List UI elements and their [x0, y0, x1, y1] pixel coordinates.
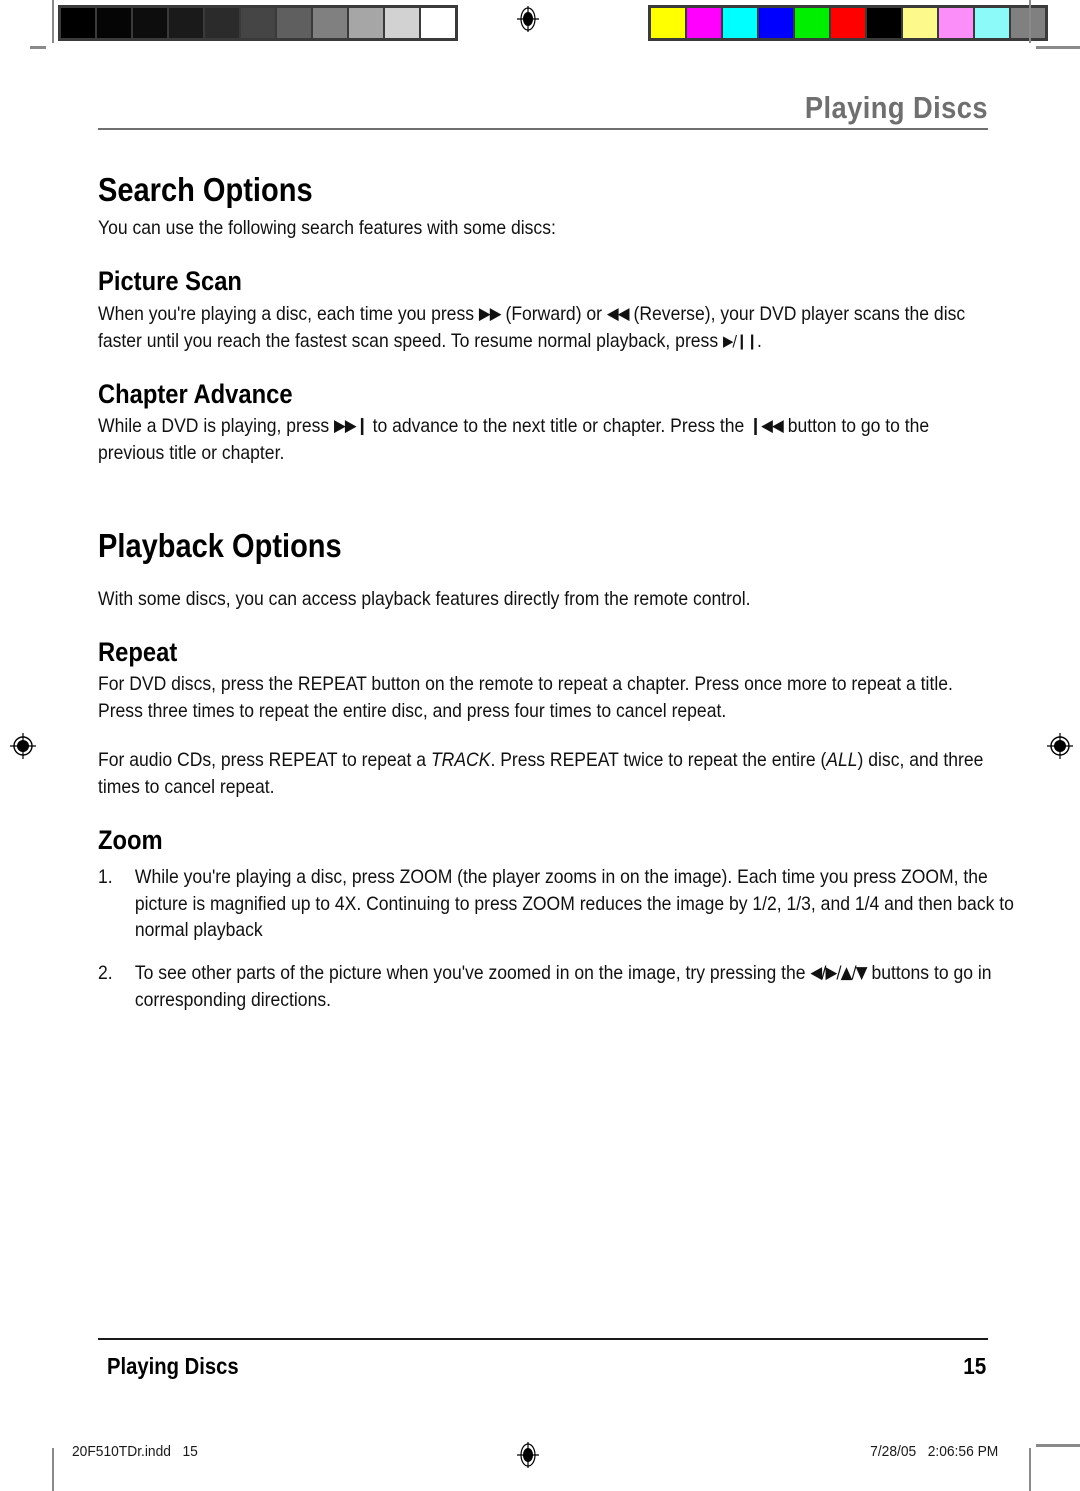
footer-row: Playing Discs 15 [98, 1353, 988, 1380]
list-item-number: 1. [98, 865, 113, 888]
picture-scan-text-1: When you're playing a disc, each time yo… [98, 302, 479, 325]
list-item: 2. To see other parts of the picture when… [98, 960, 1024, 1014]
running-head: Playing Discs [804, 90, 988, 125]
heading-search-options: Search Options [98, 170, 313, 208]
footer-section-name: Playing Discs [106, 1353, 239, 1379]
slug-time: 2:06:56 PM [927, 1443, 998, 1460]
picture-scan-paragraph: When you're playing a disc, each time yo… [98, 301, 987, 355]
repeat-text-b: . Press REPEAT twice to repeat the entir… [490, 749, 827, 772]
prepress-slug-line: 20F510TDr.indd 15 7/28/05 2:06:56 PM [0, 1443, 1080, 1465]
slug-date: 7/28/05 [869, 1443, 916, 1460]
skip-previous-icon: ❙◀◀ [749, 416, 784, 437]
page-number: 15 [963, 1353, 987, 1379]
chapter-advance-paragraph: While a DVD is playing, press ▶▶❙ to adv… [98, 413, 987, 467]
list-item-text-1: To see other parts of the picture when y… [134, 962, 811, 985]
playback-options-intro: With some discs, you can access playback… [98, 587, 751, 610]
chapter-advance-text-1: While a DVD is playing, press [98, 415, 335, 438]
heading-chapter-advance: Chapter Advance [98, 378, 293, 409]
fast-forward-icon: ▶▶ [478, 303, 502, 324]
heading-picture-scan: Picture Scan [98, 266, 242, 297]
picture-scan-text-4: . [756, 329, 762, 352]
repeat-paragraph-2: For audio CDs, press REPEAT to repeat a … [98, 747, 987, 801]
repeat-emphasis-track: TRACK [430, 749, 491, 772]
slug-timestamp: 7/28/05 2:06:56 PM [870, 1443, 998, 1460]
list-item-text: While you're playing a disc, press ZOOM … [134, 865, 1014, 942]
zoom-steps-list: 1. While you're playing a disc, press ZOO… [98, 864, 1014, 1015]
slug-file-name: 20F510TDr.indd 15 [72, 1443, 198, 1460]
rewind-icon: ◀◀ [606, 303, 630, 324]
search-options-intro: You can use the following search feature… [98, 217, 556, 240]
direction-arrows-icon: ◀/▶/▲/▼ [810, 963, 867, 984]
slug-file-page: 15 [182, 1443, 198, 1460]
footer-rule [98, 1338, 988, 1340]
heading-zoom: Zoom [98, 824, 163, 855]
heading-repeat: Repeat [98, 636, 178, 667]
page-footer: Playing Discs 15 [98, 1338, 988, 1380]
repeat-text-a: For audio CDs, press REPEAT to repeat a [98, 749, 431, 772]
heading-playback-options: Playback Options [98, 527, 342, 565]
play-pause-icon: ▶/❙❙ [722, 331, 758, 350]
picture-scan-text-2: (Forward) or [500, 302, 607, 325]
list-item-number: 2. [98, 962, 113, 985]
chapter-advance-text-2: to advance to the next title or chapter.… [367, 415, 750, 438]
manual-page: Playing Discs Search Options You can use… [0, 0, 1080, 1491]
list-item: 1. While you're playing a disc, press ZOO… [98, 864, 1024, 945]
page-content: Playing Discs Search Options You can use… [98, 90, 1014, 1015]
skip-next-icon: ▶▶❙ [334, 416, 369, 437]
slug-file-name-text: 20F510TDr.indd [72, 1443, 171, 1460]
repeat-paragraph-1: For DVD discs, press the REPEAT button o… [98, 673, 953, 723]
header-rule [98, 127, 988, 130]
repeat-emphasis-all: ALL [826, 749, 858, 772]
